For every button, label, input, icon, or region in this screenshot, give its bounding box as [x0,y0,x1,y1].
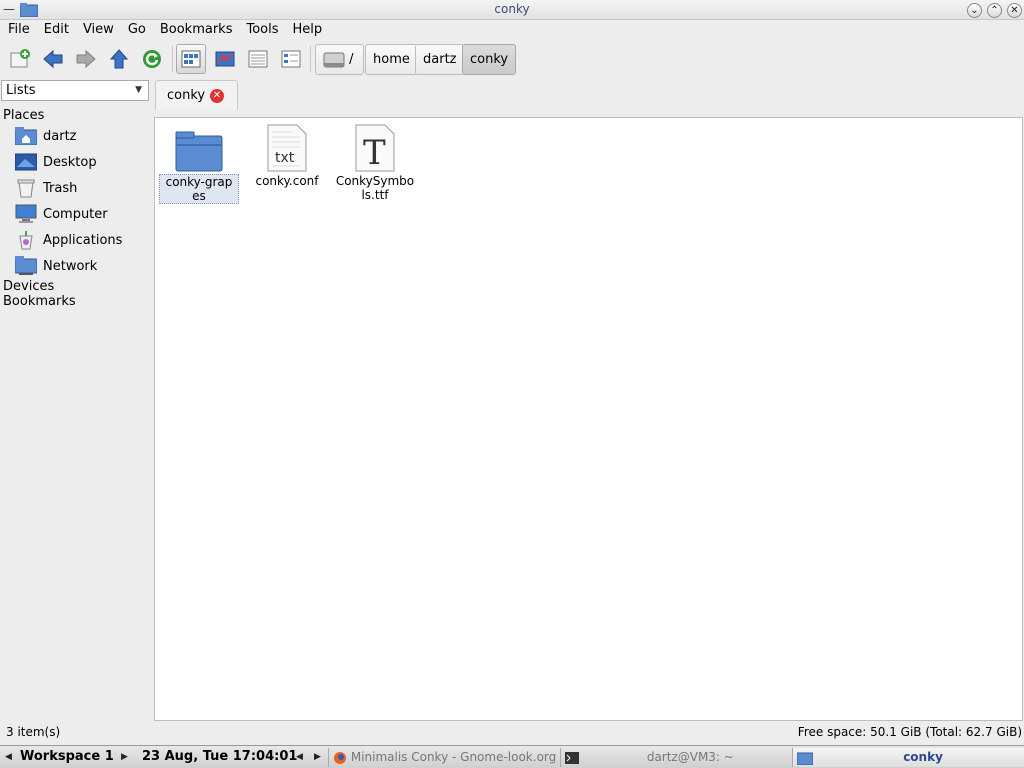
font-file-icon: T [350,124,400,172]
file-item-text[interactable]: txt conky.conf [241,124,333,188]
back-arrow-icon [43,49,63,69]
sidebar-item-label: Trash [43,180,78,196]
icon-view-button[interactable] [176,44,206,74]
task-next-icon[interactable]: ▶ [314,752,321,762]
window-title: conky [494,2,530,16]
sidebar-item-label: Applications [43,232,123,248]
menu-bookmarks[interactable]: Bookmarks [152,20,239,40]
path-root-button[interactable]: / [315,44,364,75]
new-tab-button[interactable] [5,44,35,74]
computer-icon [14,203,38,225]
tab-label: conky [167,88,206,103]
file-name: ConkySymbols.ttf [335,174,415,202]
clock[interactable]: 23 Aug, Tue 17:04:01 [142,749,297,764]
tab-bar: conky ✕ [154,80,1024,110]
task-terminal[interactable]: dartz@VM3: ~ [560,748,790,767]
thumbnail-view-button[interactable] [210,44,240,74]
detailed-list-view-button[interactable] [276,44,306,74]
task-label: conky [903,750,943,764]
sidebar-item-network[interactable]: Network [14,254,97,278]
task-prev-icon[interactable]: ◀ [296,752,303,762]
close-button[interactable]: ✕ [1007,3,1022,18]
places-heading[interactable]: Places [3,108,44,123]
task-label: dartz@VM3: ~ [646,750,734,764]
sidebar-item-trash[interactable]: Trash [14,176,77,200]
folder-icon [796,752,814,765]
reload-icon [143,50,161,68]
sidebar-mode-select[interactable]: Lists ▼ [1,80,149,101]
svg-text:T: T [363,133,386,172]
menu-bar: File Edit View Go Bookmarks Tools Help [0,20,1024,40]
drive-icon [323,52,345,67]
sidebar-item-label: Desktop [43,154,97,170]
reload-button[interactable] [137,44,167,74]
free-space: Free space: 50.1 GiB (Total: 62.7 GiB) [797,725,1022,739]
menu-help[interactable]: Help [285,20,329,40]
item-count: 3 item(s) [6,725,61,739]
sidebar-item-dartz[interactable]: dartz [14,124,76,148]
trash-icon [14,177,38,199]
menu-file[interactable]: File [0,20,36,40]
applications-icon [14,229,38,251]
sidebar-mode-label: Lists [6,83,36,98]
chevron-down-icon: ▼ [135,85,142,95]
compact-view-button[interactable] [243,44,273,74]
taskbar-panel: ◀ Workspace 1 ▶ 23 Aug, Tue 17:04:01 ◀ ▶… [0,745,1024,768]
compact-view-icon [248,50,268,68]
workspace-label[interactable]: Workspace 1 [20,749,114,764]
up-button[interactable] [104,44,134,74]
desktop-icon [14,151,38,173]
icon-view-icon [181,50,201,68]
toolbar: / home dartz conky [0,41,1024,78]
sidebar-item-label: Network [43,258,98,274]
sidebar-item-label: dartz [43,128,77,144]
network-icon [14,255,38,277]
close-tab-icon[interactable]: ✕ [210,89,224,103]
path-crumb-dartz[interactable]: dartz [415,44,465,75]
terminal-icon [565,751,579,764]
file-item-font[interactable]: T ConkySymbols.ttf [329,124,421,202]
task-conky[interactable]: conky [792,748,1024,767]
workspace-next-icon[interactable]: ▶ [121,752,128,762]
new-tab-icon [10,49,30,68]
file-name: conky.conf [255,174,319,188]
folder-icon [174,124,224,172]
file-view[interactable]: conky-grapes txt conky.conf T ConkySymbo… [154,117,1023,721]
menu-tools[interactable]: Tools [238,20,284,40]
file-item-folder[interactable]: conky-grapes [153,124,245,204]
home-folder-icon [14,125,38,147]
task-label: Minimalis Conky - Gnome-look.org — M [350,750,556,764]
workspace-prev-icon[interactable]: ◀ [5,752,12,762]
task-firefox[interactable]: Minimalis Conky - Gnome-look.org — M [328,748,556,767]
sidebar: Lists ▼ Places dartz Desktop Trash Compu… [0,80,153,720]
forward-arrow-icon [76,49,96,69]
tab-conky[interactable]: conky ✕ [155,80,238,110]
up-arrow-icon [109,49,129,69]
menu-view[interactable]: View [75,20,120,40]
sidebar-item-applications[interactable]: Applications [14,228,122,252]
menu-edit[interactable]: Edit [36,20,75,40]
path-crumb-conky[interactable]: conky [462,44,517,75]
window-titlebar[interactable]: — conky ⌄ ⌃ ✕ [0,0,1024,20]
sidebar-item-label: Computer [43,206,108,222]
minimize-button[interactable]: ⌄ [967,3,982,18]
path-crumb-home[interactable]: home [365,44,418,75]
sidebar-item-computer[interactable]: Computer [14,202,108,226]
detailed-list-icon [281,50,301,68]
svg-text:txt: txt [275,150,295,166]
bookmarks-heading[interactable]: Bookmarks [3,294,76,309]
back-button[interactable] [38,44,68,74]
status-bar: 3 item(s) Free space: 50.1 GiB (Total: 6… [0,723,1024,743]
thumbnail-view-icon [215,51,235,67]
path-root-label: / [349,52,354,67]
maximize-button[interactable]: ⌃ [987,3,1002,18]
text-file-icon: txt [262,124,312,172]
firefox-icon [334,751,346,764]
devices-heading[interactable]: Devices [3,279,54,294]
file-name: conky-grapes [159,174,239,204]
sidebar-item-desktop[interactable]: Desktop [14,150,97,174]
forward-button[interactable] [71,44,101,74]
menu-go[interactable]: Go [120,20,152,40]
